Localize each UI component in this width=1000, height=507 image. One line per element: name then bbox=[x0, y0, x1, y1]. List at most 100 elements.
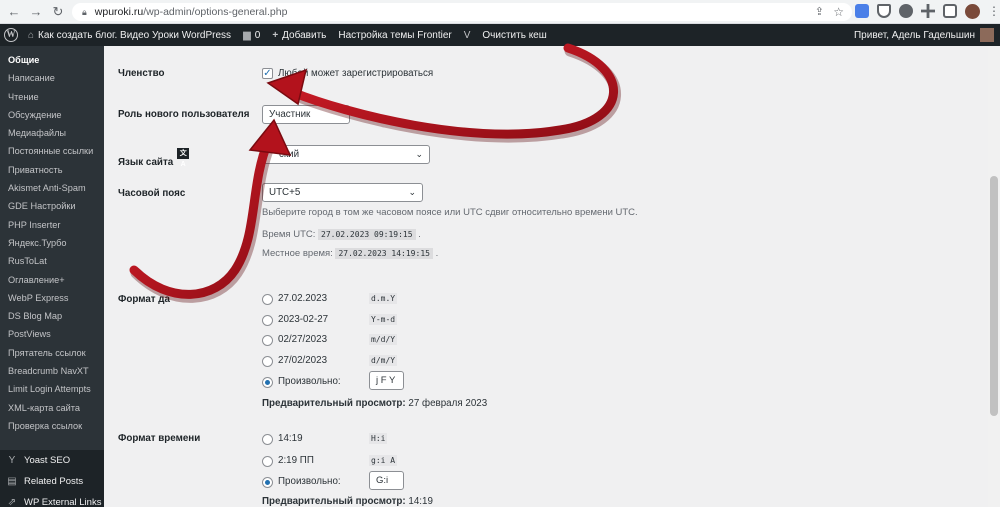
lock-icon: 🔒︎ bbox=[82, 6, 87, 17]
wordpress-logo-icon[interactable]: W bbox=[0, 24, 22, 46]
local-time-value: 27.02.2023 14:19:15 bbox=[335, 248, 433, 259]
timezone-select[interactable]: UTC+5 ⌄ bbox=[262, 183, 423, 202]
language-label-text: Язык сайта bbox=[118, 157, 174, 168]
membership-label: Членство bbox=[118, 68, 165, 79]
sidebar-subitem[interactable]: Яндекс.Турбо bbox=[0, 234, 104, 252]
bookmark-star-icon[interactable]: ☆ bbox=[833, 5, 844, 19]
role-select[interactable]: Участник bbox=[262, 105, 350, 124]
utc-time: Время UTC: 27.02.2023 09:19:15 . bbox=[262, 229, 421, 240]
scrollbar-thumb[interactable] bbox=[990, 176, 998, 416]
format-radio[interactable] bbox=[262, 314, 273, 326]
comments-link[interactable]: ▆ 0 bbox=[237, 30, 266, 41]
sidepanel-icon[interactable] bbox=[943, 4, 957, 18]
back-icon[interactable]: ← bbox=[6, 4, 22, 20]
my-account[interactable]: Привет, Адель Гадельшин bbox=[854, 24, 994, 46]
format-option-label: Произвольно: bbox=[278, 476, 341, 487]
new-content-link[interactable]: + Добавить bbox=[266, 30, 332, 41]
sidebar-subitem[interactable]: Обсуждение bbox=[0, 106, 104, 124]
browser-toolbar: ← → ↻ 🔒︎ wpuroki.ru /wp-admin/options-ge… bbox=[0, 0, 1000, 24]
profile-avatar[interactable] bbox=[965, 4, 980, 19]
sidebar-subitem[interactable]: Проверка ссылок bbox=[0, 417, 104, 435]
sidebar-menu-item[interactable]: Y Yoast SEO bbox=[0, 450, 104, 471]
format-option-label: 2:19 ПП bbox=[278, 454, 314, 466]
comment-icon: ▆ bbox=[243, 29, 251, 41]
sidebar-subitem[interactable]: Limit Login Attempts bbox=[0, 380, 104, 398]
time-preview: Предварительный просмотр: 14:19 bbox=[262, 496, 433, 507]
address-bar[interactable]: 🔒︎ wpuroki.ru /wp-admin/options-general.… bbox=[72, 3, 852, 21]
chevron-down-icon: ⌄ bbox=[408, 187, 416, 197]
custom-format-input[interactable]: G:i bbox=[369, 471, 404, 490]
time-preview-label: Предварительный просмотр: bbox=[262, 496, 406, 507]
sidebar-subitem[interactable]: Прятатель ссылок bbox=[0, 344, 104, 362]
sidebar-subitem[interactable]: Чтение bbox=[0, 88, 104, 106]
custom-format-input[interactable]: j F Y bbox=[369, 370, 404, 390]
membership-checkbox[interactable]: ✓ bbox=[262, 68, 273, 79]
time-preview-value: 14:19 bbox=[408, 496, 433, 507]
translate-extension-icon[interactable] bbox=[855, 4, 869, 18]
format-code: d/m/Y bbox=[369, 355, 398, 367]
format-radio[interactable] bbox=[262, 335, 273, 347]
sidebar-subitem[interactable]: XML-карта сайта bbox=[0, 399, 104, 417]
sidebar-subitem[interactable]: Приватность bbox=[0, 161, 104, 179]
date-preview-value: 27 февраля 2023 bbox=[408, 398, 488, 409]
sidebar-menu-label: Yoast SEO bbox=[24, 455, 71, 466]
sidebar-subitem[interactable]: Постоянные ссылки bbox=[0, 142, 104, 160]
format-radio[interactable] bbox=[262, 356, 273, 368]
browser-menu-icon[interactable]: ⋮ bbox=[988, 4, 1000, 19]
utc-time-label: Время UTC: bbox=[262, 229, 316, 240]
sidebar-subitem[interactable]: PHP Inserter bbox=[0, 216, 104, 234]
role-value: Участник bbox=[269, 109, 311, 120]
sidebar-subitem[interactable]: PostViews bbox=[0, 325, 104, 343]
sidebar-subitem[interactable]: RusToLat bbox=[0, 252, 104, 270]
translation-icon: 文A bbox=[177, 148, 190, 168]
reload-icon[interactable]: ↻ bbox=[50, 4, 66, 20]
sidebar-subitem[interactable]: Оглавление+ bbox=[0, 271, 104, 289]
theme-settings-link[interactable]: Настройка темы Frontier bbox=[332, 30, 457, 41]
language-select[interactable]: ский ⌄ bbox=[262, 145, 430, 164]
language-label: Язык сайта文A bbox=[118, 148, 190, 168]
home-icon: ⌂ bbox=[28, 29, 35, 41]
external-links-icon: ⇗ bbox=[7, 496, 17, 507]
wp-admin-bar: W ⌂ Как создать блог. Видео Уроки WordPr… bbox=[0, 24, 1000, 46]
sidebar-subitem[interactable]: WebP Express bbox=[0, 289, 104, 307]
cache-link[interactable]: V Очистить кеш bbox=[458, 30, 553, 41]
format-option-label: 27.02.2023 bbox=[278, 293, 328, 304]
format-radio[interactable] bbox=[262, 455, 273, 467]
sidebar-subitem[interactable]: Общие bbox=[0, 51, 104, 69]
theme-settings-label: Настройка темы Frontier bbox=[338, 29, 452, 41]
extension-icon[interactable] bbox=[899, 4, 913, 18]
sidebar-subitem[interactable]: Медиафайлы bbox=[0, 124, 104, 142]
sidebar-subitem[interactable]: Breadcrumb NavXT bbox=[0, 362, 104, 380]
format-radio[interactable] bbox=[262, 477, 273, 488]
url-host: wpuroki.ru bbox=[94, 6, 144, 18]
share-icon[interactable]: ⇪ bbox=[815, 5, 824, 18]
user-avatar bbox=[980, 28, 994, 42]
format-radio[interactable] bbox=[262, 434, 273, 445]
puzzle-extensions-icon[interactable] bbox=[921, 4, 935, 18]
sidebar-subitem[interactable]: Akismet Anti-Spam bbox=[0, 179, 104, 197]
sidebar-menu-item[interactable]: ▤ Related Posts bbox=[0, 471, 104, 492]
sidebar-subitem[interactable]: DS Blog Map bbox=[0, 307, 104, 325]
utc-time-value: 27.02.2023 09:19:15 bbox=[318, 229, 416, 240]
sidebar-subitem[interactable]: Написание bbox=[0, 69, 104, 87]
shield-extension-icon[interactable] bbox=[877, 4, 891, 18]
time-format-label: Формат времени bbox=[118, 433, 201, 444]
site-title-link[interactable]: ⌂ Как создать блог. Видео Уроки WordPres… bbox=[22, 30, 237, 41]
site-title: Как создать блог. Видео Уроки WordPress bbox=[38, 29, 232, 41]
timezone-label: Часовой пояс bbox=[118, 188, 186, 199]
format-radio[interactable] bbox=[262, 376, 273, 388]
related-posts-icon: ▤ bbox=[7, 475, 17, 487]
sidebar-menu-label: Related Posts bbox=[24, 476, 84, 487]
page-scrollbar[interactable] bbox=[988, 46, 1000, 507]
forward-icon[interactable]: → bbox=[28, 4, 44, 20]
url-path: /wp-admin/options-general.php bbox=[143, 6, 288, 18]
new-label: Добавить bbox=[282, 29, 327, 41]
sidebar-menu-item[interactable]: ⇗ WP External Links bbox=[0, 492, 104, 507]
format-radio[interactable] bbox=[262, 294, 273, 305]
membership-checkbox-label: Любой может зарегистрироваться bbox=[278, 68, 434, 79]
settings-submenu: Общие Написание Чтение Обсуждение Медиафайлы… bbox=[0, 46, 104, 436]
sidebar-menu-label: WP External Links bbox=[24, 497, 102, 507]
sidebar-subitem[interactable]: GDE Настройки bbox=[0, 197, 104, 215]
local-time-label: Местное время: bbox=[262, 248, 333, 259]
role-label: Роль нового пользователя bbox=[118, 109, 250, 120]
